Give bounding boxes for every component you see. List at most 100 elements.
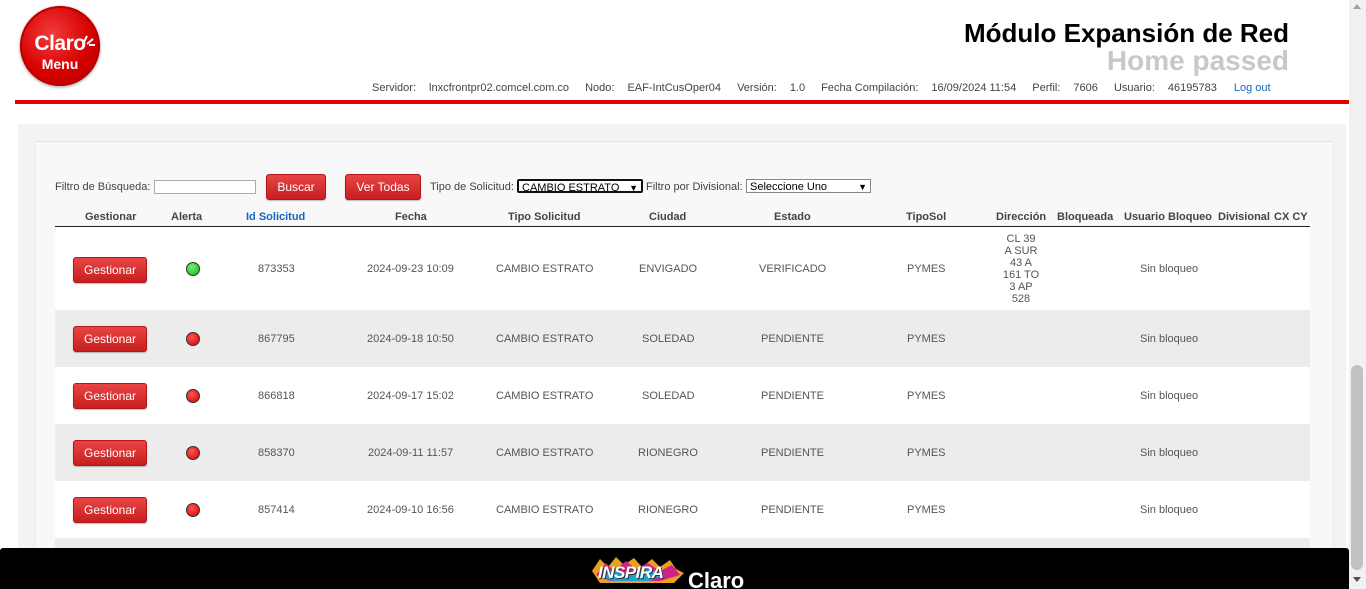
cell-id: 858370	[258, 447, 295, 459]
table-row: Gestionar 866818 2024-09-17 15:02 CAMBIO…	[55, 367, 1310, 424]
chevron-down-icon: ▼	[858, 182, 867, 192]
cell-tiposol: PYMES	[907, 263, 946, 275]
fecha-compilacion-value: 16/09/2024 11:54	[931, 82, 1017, 94]
logout-link[interactable]: Log out	[1234, 82, 1271, 94]
gestionar-button[interactable]: Gestionar	[73, 326, 147, 352]
col-fecha: Fecha	[395, 211, 427, 223]
tipo-solicitud-label: Tipo de Solicitud:	[430, 181, 514, 193]
gestionar-button[interactable]: Gestionar	[73, 497, 147, 523]
cell-ciudad: SOLEDAD	[642, 333, 695, 345]
direccion-line: 161 TO	[1002, 269, 1040, 281]
cell-usuario-bloqueo: Sin bloqueo	[1140, 504, 1199, 516]
table-header: Gestionar Alerta Id Solicitud Fecha Tipo…	[55, 210, 1310, 227]
alert-status-icon	[186, 503, 200, 517]
cell-ciudad: ENVIGADO	[639, 263, 698, 275]
cell-tiposol: PYMES	[907, 447, 946, 459]
usuario-value: 46195783	[1167, 82, 1217, 94]
claro-menu-logo[interactable]: Claro Menu	[20, 6, 100, 86]
gestionar-button[interactable]: Gestionar	[73, 257, 147, 283]
cell-fecha: 2024-09-23 10:09	[367, 263, 454, 275]
servidor-label: Servidor:	[372, 82, 417, 94]
cell-direccion: CL 39 A SUR 43 A 161 TO 3 AP 528	[993, 233, 1049, 305]
divisional-value: Seleccione Uno	[750, 181, 828, 193]
direccion-line: 528	[1011, 293, 1031, 305]
scroll-up-icon[interactable]	[1353, 4, 1361, 9]
servidor-value: lnxcfrontpr02.comcel.com.co	[429, 82, 570, 94]
cell-id: 866818	[258, 390, 295, 402]
col-estado: Estado	[774, 211, 811, 223]
alert-status-icon	[186, 332, 200, 346]
col-usuario-bloqueo: Usuario Bloqueo	[1124, 211, 1213, 223]
page-subtitle: Home passed	[1106, 45, 1289, 76]
direccion-line: A SUR	[1004, 245, 1038, 257]
divisional-label: Filtro por Divisional:	[646, 181, 743, 193]
cell-fecha: 2024-09-11 11:57	[368, 447, 454, 459]
alert-status-icon	[186, 389, 200, 403]
cell-ciudad: RIONEGRO	[638, 504, 698, 516]
logo-rays-icon	[82, 35, 95, 46]
direccion-line: 43 A	[1009, 257, 1033, 269]
ver-todas-button[interactable]: Ver Todas	[345, 174, 421, 200]
col-id-solicitud[interactable]: Id Solicitud	[246, 211, 305, 223]
search-input[interactable]	[154, 180, 256, 194]
col-alerta: Alerta	[171, 211, 203, 223]
tipo-solicitud-select[interactable]: CAMBIO ESTRATO ▼	[517, 179, 643, 194]
search-label: Filtro de Búsqueda:	[55, 181, 151, 193]
cell-estado: VERIFICADO	[759, 263, 827, 275]
col-gestionar: Gestionar	[85, 211, 137, 223]
inspira-text: INSPIRA	[598, 563, 664, 582]
col-tiposol: TipoSol	[906, 211, 947, 223]
cell-tipo: CAMBIO ESTRATO	[496, 333, 594, 345]
cell-estado: PENDIENTE	[761, 447, 824, 459]
session-info-bar: Servidor: lnxcfrontpr02.comcel.com.co Nod…	[372, 82, 1271, 94]
cell-id: 857414	[258, 504, 295, 516]
col-divisional: Divisional	[1218, 211, 1270, 223]
divisional-select[interactable]: Seleccione Uno ▼	[746, 179, 871, 193]
cell-usuario-bloqueo: Sin bloqueo	[1140, 333, 1199, 345]
footer-claro-logo: Claro	[688, 568, 745, 589]
table-row: Gestionar 858370 2024-09-11 11:57 CAMBIO…	[55, 424, 1310, 481]
perfil-value: 7606	[1073, 82, 1098, 94]
cell-tipo: CAMBIO ESTRATO	[496, 447, 594, 459]
alert-status-icon	[186, 446, 200, 460]
cell-tiposol: PYMES	[907, 390, 946, 402]
scrollbar-thumb[interactable]	[1351, 365, 1363, 570]
col-ciudad: Ciudad	[649, 211, 687, 223]
col-tipo-solicitud: Tipo Solicitud	[508, 211, 581, 223]
cell-ciudad: RIONEGRO	[638, 447, 698, 459]
cell-ciudad: SOLEDAD	[642, 390, 695, 402]
col-direccion: Dirección	[996, 211, 1047, 223]
cell-estado: PENDIENTE	[761, 333, 824, 345]
cell-tiposol: PYMES	[907, 504, 946, 516]
page: Claro Menu Módulo Expansión de Red Home …	[0, 0, 1349, 589]
buscar-button[interactable]: Buscar	[266, 174, 326, 200]
gestionar-button[interactable]: Gestionar	[73, 383, 147, 409]
col-cx-cy: CX CY	[1274, 211, 1308, 223]
gestionar-button[interactable]: Gestionar	[73, 440, 147, 466]
nodo-label: Nodo:	[585, 82, 615, 94]
cell-fecha: 2024-09-18 10:50	[367, 333, 454, 345]
cell-fecha: 2024-09-17 15:02	[367, 390, 454, 402]
tipo-solicitud-value: CAMBIO ESTRATO	[522, 182, 620, 194]
cell-id: 867795	[258, 333, 295, 345]
cell-usuario-bloqueo: Sin bloqueo	[1140, 263, 1199, 275]
cell-tipo: CAMBIO ESTRATO	[496, 390, 594, 402]
cell-estado: PENDIENTE	[761, 504, 824, 516]
cell-id: 873353	[258, 263, 295, 275]
nodo-value: EAF-IntCusOper04	[627, 82, 721, 94]
col-bloqueada: Bloqueada	[1057, 211, 1114, 223]
usuario-label: Usuario:	[1113, 82, 1155, 94]
alert-status-icon	[186, 262, 200, 276]
vertical-scrollbar[interactable]	[1349, 0, 1366, 589]
scroll-down-icon[interactable]	[1353, 577, 1361, 582]
fecha-compilacion-label: Fecha Compilación:	[821, 82, 919, 94]
cell-tipo: CAMBIO ESTRATO	[496, 504, 594, 516]
header-divider	[15, 100, 1349, 104]
cell-tipo: CAMBIO ESTRATO	[496, 263, 594, 275]
perfil-label: Perfil:	[1032, 82, 1061, 94]
direccion-line: CL 39	[1006, 233, 1036, 245]
cell-usuario-bloqueo: Sin bloqueo	[1140, 447, 1199, 459]
version-value: 1.0	[789, 82, 806, 94]
cell-tiposol: PYMES	[907, 333, 946, 345]
table-row: Gestionar 873353 2024-09-23 10:09 CAMBIO…	[55, 227, 1310, 310]
